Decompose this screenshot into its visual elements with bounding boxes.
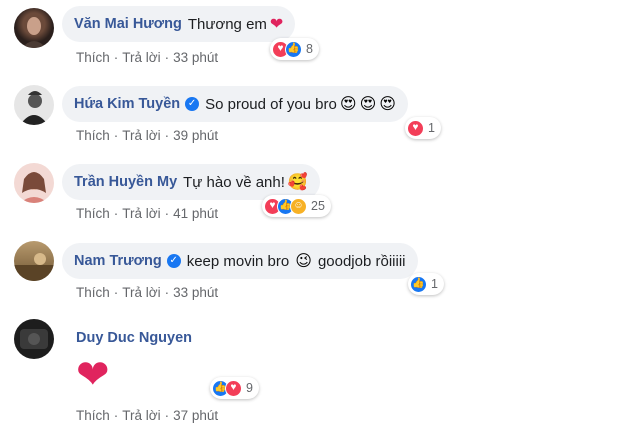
reply-link[interactable]: Trả lời (122, 408, 160, 423)
reaction-summary[interactable]: ♥ 👍 ☺ 25 (262, 195, 331, 217)
timestamp[interactable]: 39 phút (173, 128, 218, 143)
like-link[interactable]: Thích (76, 50, 110, 65)
like-icon: 👍 (285, 40, 302, 58)
like-link[interactable]: Thích (76, 128, 110, 143)
timestamp[interactable]: 37 phút (173, 408, 218, 423)
timestamp[interactable]: 33 phút (173, 50, 218, 65)
comment-actions: Thích · Trả lời · 41 phút (76, 206, 219, 221)
avatar[interactable] (14, 319, 54, 359)
comment-bubble: Văn Mai Hương Thương em ❤ (62, 6, 296, 42)
winking-emoji: 😉 (295, 253, 312, 270)
reaction-summary[interactable]: 👍 ♥ 9 (210, 377, 259, 399)
verified-badge-icon: ✓ (185, 97, 200, 111)
comment-actions: Thích · Trả lời · 39 phút (76, 128, 219, 143)
verified-badge-icon: ✓ (166, 254, 181, 268)
reaction-summary[interactable]: ♥ 👍 8 (270, 38, 319, 60)
like-icon: 👍 (410, 275, 427, 293)
reaction-summary[interactable]: 👍 1 (408, 273, 444, 295)
like-link[interactable]: Thích (76, 408, 110, 423)
like-link[interactable]: Thích (76, 285, 110, 300)
comment-author[interactable]: Duy Duc Nguyen (76, 330, 192, 346)
comment-text: keep movin bro (186, 252, 290, 270)
reaction-count: 1 (428, 121, 435, 135)
love-icon: ♥ (407, 119, 424, 137)
reaction-count: 1 (431, 277, 438, 291)
comment-author[interactable]: Hứa Kim Tuyền (74, 96, 180, 112)
heart-eyes-emoji: 😍 (359, 96, 377, 113)
reply-link[interactable]: Trả lời (122, 206, 160, 221)
heart-sticker: ❤ (76, 353, 110, 397)
smiling-hearts-emoji: 🥰 (287, 174, 308, 191)
reply-link[interactable]: Trả lời (122, 285, 160, 300)
avatar[interactable] (14, 241, 54, 281)
heart-eyes-emoji: 😍 (379, 96, 396, 113)
comment-text: Thương em (187, 15, 267, 33)
timestamp[interactable]: 33 phút (173, 285, 218, 300)
comment-author[interactable]: Trần Huyền My (74, 174, 177, 190)
avatar[interactable] (14, 8, 54, 48)
comment-text: So proud of you bro (205, 95, 337, 113)
reply-link[interactable]: Trả lời (122, 50, 160, 65)
avatar[interactable] (14, 85, 54, 125)
comment-actions: Thích · Trả lời · 33 phút (76, 50, 219, 65)
heart-eyes-emoji: 😍 (339, 96, 357, 113)
reaction-count: 25 (311, 199, 325, 213)
like-link[interactable]: Thích (76, 206, 110, 221)
care-icon: ☺ (290, 197, 307, 215)
comment-text: Tự hào về anh! (183, 173, 285, 191)
heart-emoji: ❤ (269, 16, 284, 33)
timestamp[interactable]: 41 phút (173, 206, 218, 221)
reaction-summary[interactable]: ♥ 1 (405, 117, 441, 139)
comment-text-2: goodjob rồiiiii (317, 252, 406, 270)
comment-bubble: Hứa Kim Tuyền ✓ So proud of you bro 😍 😍 … (62, 86, 408, 122)
comment-actions: Thích · Trả lời · 33 phút (76, 285, 219, 300)
comment-author[interactable]: Nam Trương (74, 253, 162, 269)
comment-actions: Thích · Trả lời · 37 phút (76, 408, 219, 423)
reaction-count: 9 (246, 381, 253, 395)
reaction-count: 8 (306, 42, 313, 56)
comment-bubble: Nam Trương ✓ keep movin bro 😉 goodjob rồ… (62, 243, 418, 279)
comment-author[interactable]: Văn Mai Hương (74, 16, 182, 32)
love-icon: ♥ (225, 379, 242, 397)
reply-link[interactable]: Trả lời (122, 128, 160, 143)
avatar[interactable] (14, 163, 54, 203)
